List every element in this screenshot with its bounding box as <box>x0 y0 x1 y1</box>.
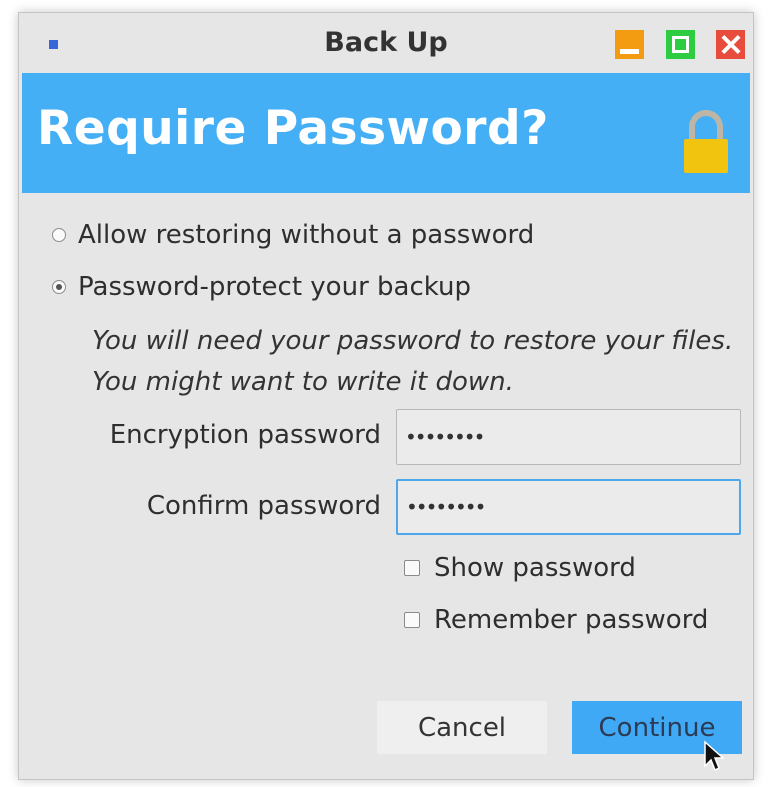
page-title: Require Password? <box>37 101 549 156</box>
close-icon[interactable] <box>716 30 745 59</box>
show-password-label[interactable]: Show password <box>434 553 636 583</box>
header-banner: Require Password? <box>22 73 750 193</box>
show-password-checkbox[interactable] <box>404 560 420 576</box>
radio-no-password[interactable] <box>52 228 66 242</box>
title-bar[interactable]: Back Up <box>19 13 753 73</box>
radio-password-protect[interactable] <box>52 280 66 294</box>
show-password-option[interactable]: Show password <box>404 548 636 588</box>
encryption-password-field[interactable] <box>396 409 741 465</box>
option-no-password-label[interactable]: Allow restoring without a password <box>78 220 534 250</box>
remember-password-checkbox[interactable] <box>404 612 420 628</box>
password-hint: You will need your password to restore y… <box>92 326 734 397</box>
option-password-protect[interactable]: Password-protect your backup <box>52 267 471 307</box>
confirm-password-field[interactable] <box>396 479 741 535</box>
cancel-button[interactable]: Cancel <box>377 701 547 754</box>
maximize-icon[interactable] <box>666 30 695 59</box>
minimize-icon[interactable] <box>615 30 644 59</box>
option-no-password[interactable]: Allow restoring without a password <box>52 215 534 255</box>
encryption-password-label: Encryption password <box>109 420 381 450</box>
mouse-cursor-icon <box>704 740 725 772</box>
lock-icon <box>684 110 728 173</box>
backup-dialog: Back Up Require Password? Allow restorin… <box>18 12 754 780</box>
remember-password-label[interactable]: Remember password <box>434 605 708 635</box>
option-password-protect-label[interactable]: Password-protect your backup <box>78 272 471 302</box>
remember-password-option[interactable]: Remember password <box>404 600 708 640</box>
confirm-password-label: Confirm password <box>146 491 381 521</box>
